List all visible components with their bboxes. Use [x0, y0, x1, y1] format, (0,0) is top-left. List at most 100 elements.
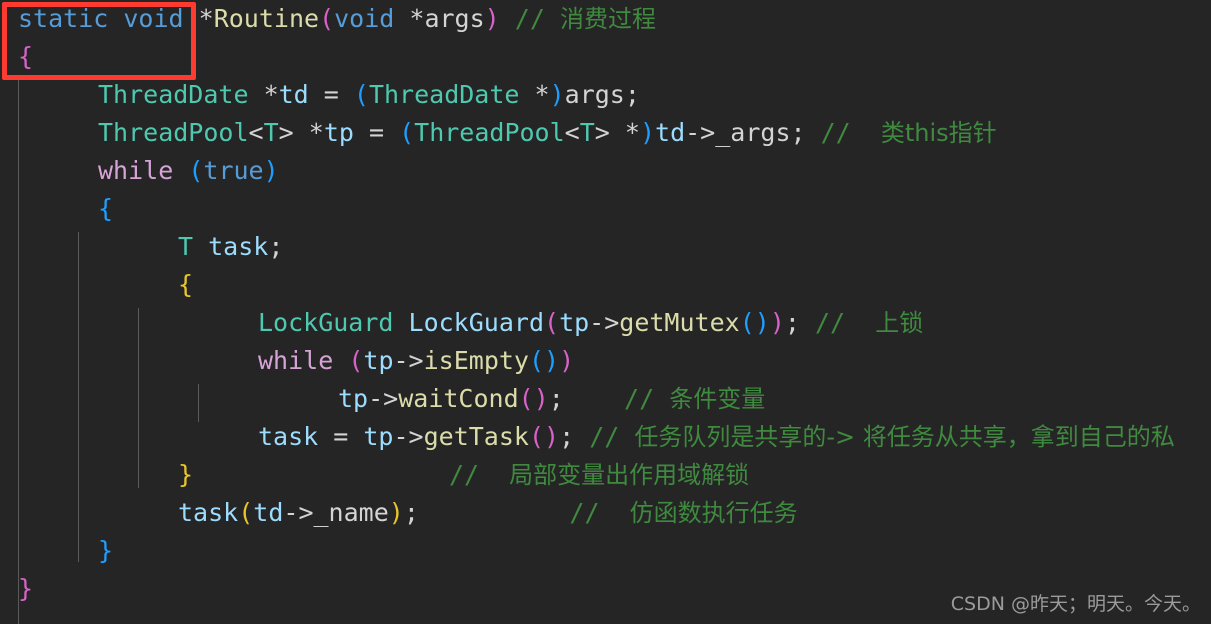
token: ;: [784, 308, 815, 337]
token: ->: [685, 118, 716, 147]
code-line-1[interactable]: static void *Routine(void *args) // 消费过程: [0, 0, 656, 38]
token: Routine: [213, 4, 320, 33]
token: (: [188, 156, 204, 185]
code-line-13[interactable]: } // 局部变量出作用域解锁: [0, 456, 749, 494]
token: ->: [393, 346, 424, 375]
code-line-2[interactable]: {: [0, 38, 33, 76]
token: ): [388, 498, 404, 527]
token: LockGuard: [258, 308, 394, 337]
token: }: [178, 460, 194, 489]
token: getTask: [423, 422, 529, 451]
token: {: [178, 270, 194, 299]
token: args: [424, 4, 485, 33]
token: td: [278, 80, 309, 109]
token: //: [815, 308, 876, 337]
token: ;: [624, 80, 640, 109]
token: ->: [393, 422, 424, 451]
token: //: [448, 460, 510, 489]
token: _args: [715, 118, 791, 147]
token: 上锁: [875, 309, 924, 337]
code-line-11[interactable]: tp->waitCond(); // 条件变量: [0, 380, 765, 418]
token: void: [334, 4, 395, 33]
code-line-6[interactable]: {: [0, 190, 113, 228]
token: 仿函数执行任务: [629, 499, 798, 527]
token: 局部变量出作用域解锁: [509, 461, 750, 489]
token: ): [639, 118, 656, 147]
token: *: [248, 80, 279, 109]
token: (: [528, 422, 545, 451]
token: {: [98, 194, 114, 223]
token: =: [318, 422, 364, 451]
token: ThreadDate: [368, 80, 520, 109]
token: ): [533, 384, 549, 413]
token: ;: [548, 384, 564, 413]
token: ): [484, 4, 500, 33]
token: T: [263, 118, 279, 147]
token: //: [624, 384, 670, 413]
token: tp: [363, 422, 394, 451]
token: LockGuard: [408, 308, 544, 337]
token: }: [18, 574, 34, 603]
token: (: [238, 498, 254, 527]
code-line-15[interactable]: }: [0, 532, 113, 570]
token: ->: [283, 498, 314, 527]
token: //: [569, 498, 630, 527]
token: task: [178, 498, 239, 527]
token: td: [655, 118, 686, 147]
token: (: [399, 118, 415, 147]
code-line-12[interactable]: task = tp->getTask(); // 任务队列是共享的-> 将任务从…: [0, 418, 1175, 456]
token: true: [203, 156, 264, 185]
token: ->: [589, 308, 620, 337]
csdn-watermark: CSDN @昨天；明天。今天。: [950, 593, 1201, 615]
token: T: [178, 232, 194, 261]
code-line-4[interactable]: ThreadPool<T> *tp = (ThreadPool<T> *)td-…: [0, 114, 997, 152]
code-line-5[interactable]: while (true): [0, 152, 279, 190]
token: 消费过程: [559, 5, 656, 33]
token: ): [549, 80, 565, 109]
token: args: [564, 80, 625, 109]
token: //: [820, 118, 881, 147]
token: ): [754, 308, 770, 337]
token: ;: [268, 232, 284, 261]
code-line-9[interactable]: LockGuard LockGuard(tp->getMutex()); // …: [0, 304, 923, 342]
token: {: [18, 42, 34, 71]
token: ): [263, 156, 279, 185]
token: 条件变量: [669, 385, 766, 413]
token: td: [253, 498, 284, 527]
code-line-14[interactable]: task(td->_name); // 仿函数执行任务: [0, 494, 798, 532]
token: static: [18, 4, 109, 33]
token: ThreadPool: [414, 118, 565, 147]
token: ;: [790, 118, 821, 147]
token: task: [208, 232, 269, 261]
token: tp: [323, 118, 354, 147]
token: (: [739, 308, 755, 337]
code-line-10[interactable]: while (tp->isEmpty()): [0, 342, 574, 380]
token: void: [123, 4, 184, 33]
token: (: [544, 308, 560, 337]
token: ->: [368, 384, 399, 413]
token: while: [258, 346, 334, 375]
token: //: [589, 422, 635, 451]
token: (: [518, 384, 534, 413]
token: //: [514, 4, 560, 33]
token: tp: [338, 384, 369, 413]
code-editor-content[interactable]: static void *Routine(void *args) // 消费过程…: [0, 0, 1211, 624]
code-line-16[interactable]: }: [0, 570, 33, 608]
token: waitCond: [398, 384, 519, 413]
token: ThreadDate: [98, 80, 249, 109]
token: >: [278, 118, 294, 147]
token: =: [308, 80, 354, 109]
token: T: [579, 118, 595, 147]
token: >: [594, 118, 610, 147]
token: ;: [559, 422, 590, 451]
token: (: [319, 4, 335, 33]
code-line-7[interactable]: T task;: [0, 228, 283, 266]
code-line-8[interactable]: {: [0, 266, 193, 304]
code-line-3[interactable]: ThreadDate *td = (ThreadDate *)args;: [0, 76, 640, 114]
